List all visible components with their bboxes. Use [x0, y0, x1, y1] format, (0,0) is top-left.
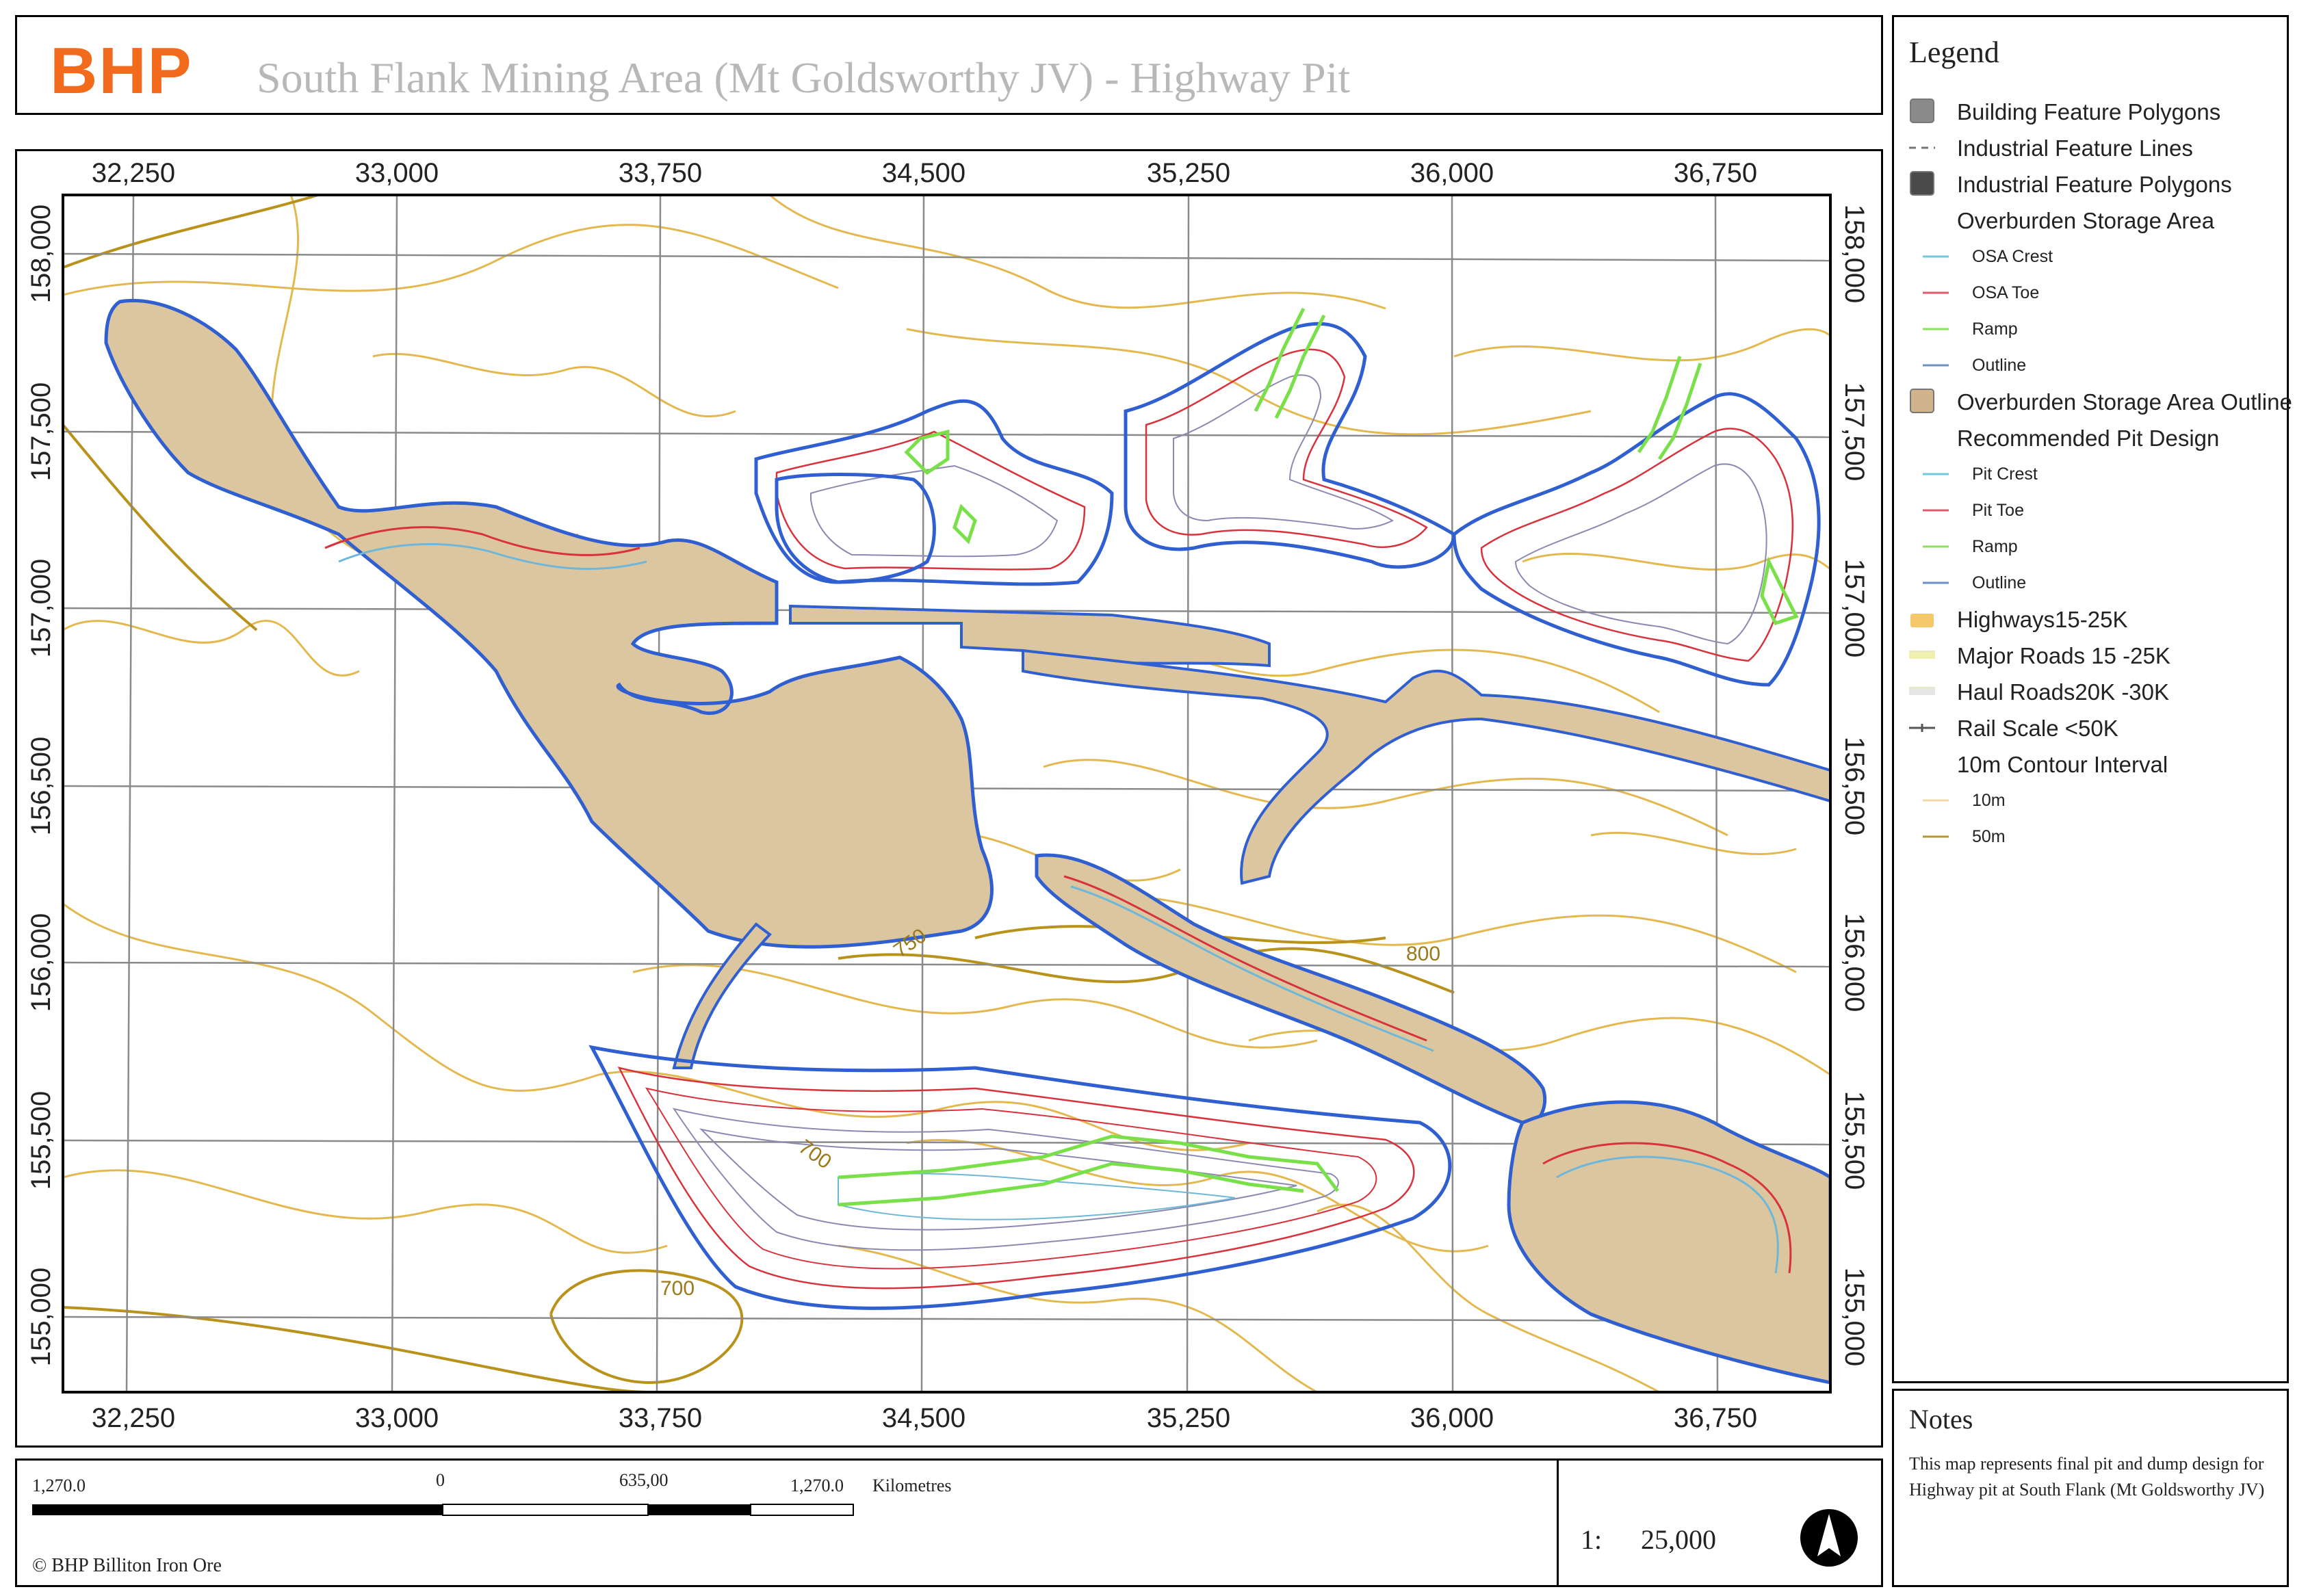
bhp-logo: BHP — [50, 34, 193, 107]
x-tick-bottom: 35,250 — [1147, 1403, 1230, 1433]
x-tick-top: 36,750 — [1674, 158, 1757, 188]
legend-swatch — [1923, 255, 1949, 258]
notes-title: Notes — [1909, 1404, 1973, 1435]
notes-panel: Notes This map represents final pit and … — [1892, 1389, 2289, 1587]
legend-item-label: Overburden Storage Area Outline — [1957, 389, 2292, 415]
map-panel: 750 800 700 700 32,250 33,000 33,750 34,… — [15, 149, 1883, 1448]
y-tick-right: 157,500 — [1839, 382, 1869, 482]
copyright: © BHP Billiton Iron Ore — [32, 1555, 222, 1576]
x-tick-top: 33,000 — [355, 158, 439, 188]
x-tick-bottom: 33,750 — [619, 1403, 702, 1433]
legend-item-label: Pit Toe — [1972, 501, 2024, 520]
legend-panel: Legend Building Feature Polygons Industri… — [1892, 15, 2292, 1383]
y-tick-right: 155,000 — [1839, 1268, 1869, 1367]
scale-bar-area: 1,270.0 0 635,00 1,270.0 Kilometres © BH… — [17, 1461, 1557, 1585]
scale-ratio-value: 25,000 — [1641, 1524, 1716, 1555]
legend-swatch — [1908, 424, 1938, 452]
map-title: South Flank Mining Area (Mt Goldsworthy … — [257, 53, 1351, 102]
legend-item-label: OSA Toe — [1972, 283, 2040, 302]
legend-swatch — [1923, 545, 1949, 548]
scale-unit: Kilometres — [872, 1476, 952, 1495]
legend-swatch — [1923, 509, 1949, 512]
footer-panel: 1,270.0 0 635,00 1,270.0 Kilometres © BH… — [15, 1458, 1883, 1587]
legend-swatch — [1910, 389, 1934, 413]
map-canvas[interactable]: 750 800 700 700 32,250 33,000 33,750 34,… — [17, 151, 1881, 1445]
x-tick-top: 36,000 — [1410, 158, 1494, 188]
y-tick-right: 155,500 — [1839, 1091, 1869, 1190]
legend-swatch — [1923, 328, 1949, 330]
legend-item-label: Rail Scale <50K — [1957, 716, 2118, 741]
y-tick-left: 157,000 — [26, 559, 56, 658]
legend-item-label: Outline — [1972, 356, 2027, 375]
x-tick-top: 32,250 — [92, 158, 175, 188]
legend-swatch — [1910, 171, 1934, 196]
x-tick-top: 33,750 — [619, 158, 702, 188]
x-tick-bottom: 32,250 — [92, 1403, 175, 1433]
legend-item-label: OSA Crest — [1972, 247, 2053, 266]
scale-ratio-prefix: 1: — [1581, 1524, 1603, 1555]
y-tick-right: 156,500 — [1839, 737, 1869, 836]
contour-label-700-south: 700 — [660, 1277, 695, 1300]
legend-item-label: Ramp — [1972, 537, 2018, 556]
legend-swatch — [1910, 614, 1934, 627]
legend-swatch — [1923, 581, 1949, 584]
legend-item-label: Overburden Storage Area — [1957, 208, 2215, 233]
legend-item-label: 50m — [1972, 827, 2006, 846]
legend-item-label: Major Roads 15 -25K — [1957, 643, 2170, 668]
legend-swatch — [1923, 291, 1949, 294]
y-tick-left: 156,500 — [26, 737, 56, 836]
y-tick-right: 157,000 — [1839, 559, 1869, 658]
y-tick-left: 155,500 — [26, 1091, 56, 1190]
x-tick-bottom: 34,500 — [882, 1403, 965, 1433]
scale-label: 0 — [436, 1470, 445, 1490]
y-tick-left: 158,000 — [26, 205, 56, 304]
legend-item-label: Recommended Pit Design — [1957, 426, 2220, 451]
legend-item-label: Highways15-25K — [1957, 607, 2128, 632]
legend-item-label: Outline — [1972, 573, 2027, 592]
scale-label: 1,270.0 — [790, 1476, 844, 1495]
legend-swatch — [1909, 651, 1935, 659]
contour-label-800: 800 — [1406, 943, 1440, 965]
legend-item-label: Haul Roads20K -30K — [1957, 679, 2170, 705]
legend-title: Legend — [1909, 36, 1999, 69]
legend-swatch — [1909, 724, 1935, 732]
legend-item-label: Building Feature Polygons — [1957, 99, 2221, 125]
legend-item-label: 10m Contour Interval — [1957, 752, 2168, 777]
legend-item-label: Industrial Feature Polygons — [1957, 172, 2232, 197]
x-tick-top: 34,500 — [882, 158, 965, 188]
legend-swatch — [1909, 146, 1935, 149]
y-tick-left: 155,000 — [26, 1268, 56, 1367]
x-tick-bottom: 36,000 — [1410, 1403, 1494, 1433]
legend-item-label: Ramp — [1972, 319, 2018, 339]
scale-bar — [32, 1504, 854, 1516]
notes-text: This map represents final pit and dump d… — [1909, 1454, 2265, 1500]
y-tick-right: 158,000 — [1839, 205, 1869, 304]
legend-swatch — [1923, 364, 1949, 367]
legend-swatch — [1923, 473, 1949, 475]
legend-item-label: Pit Crest — [1972, 465, 2038, 484]
y-tick-left: 156,000 — [26, 913, 56, 1012]
scale-label: 635,00 — [619, 1470, 669, 1490]
scale-ratio-area: 1: 25,000 — [1557, 1461, 1883, 1585]
legend-item-label: 10m — [1972, 791, 2006, 810]
legend-swatch — [1908, 207, 1938, 234]
legend-swatch — [1909, 687, 1935, 695]
x-tick-top: 35,250 — [1147, 158, 1230, 188]
x-tick-bottom: 33,000 — [355, 1403, 439, 1433]
title-bar: BHP South Flank Mining Area (Mt Goldswor… — [15, 15, 1883, 115]
y-tick-right: 156,000 — [1839, 913, 1869, 1012]
legend-item-label: Industrial Feature Lines — [1957, 135, 2193, 161]
legend-swatch — [1910, 99, 1934, 123]
north-arrow-icon — [1800, 1509, 1858, 1567]
scale-label: 1,270.0 — [32, 1476, 86, 1495]
x-tick-bottom: 36,750 — [1674, 1403, 1757, 1433]
legend-swatch — [1908, 750, 1938, 778]
legend-swatch — [1923, 799, 1949, 802]
legend-swatch — [1923, 835, 1949, 838]
y-tick-left: 157,500 — [26, 382, 56, 482]
